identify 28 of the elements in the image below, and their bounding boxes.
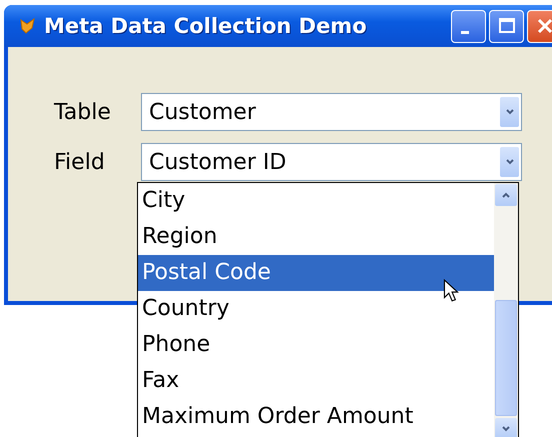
caret-icon	[504, 157, 514, 167]
list-item[interactable]: Region	[138, 219, 494, 255]
list-item[interactable]: City	[138, 183, 494, 219]
scroll-down-button[interactable]	[495, 418, 517, 437]
dropdown-arrow-button[interactable]	[500, 97, 519, 127]
list-item[interactable]: Phone	[138, 327, 494, 363]
combo-box[interactable]: Customer	[141, 93, 522, 131]
minimize-button[interactable]	[451, 10, 486, 42]
caret-icon	[501, 190, 511, 200]
scrollbar[interactable]	[494, 183, 518, 437]
list-item[interactable]: Maximum Order Amount	[138, 399, 494, 435]
caret-icon	[504, 107, 514, 117]
caret-icon	[501, 424, 511, 434]
maximize-button[interactable]	[489, 10, 524, 42]
list-item[interactable]: Postal Code	[138, 255, 494, 291]
list-item[interactable]: Fax	[138, 363, 494, 399]
field-label: Field	[54, 150, 106, 174]
dropdown-arrow-button[interactable]	[500, 147, 519, 177]
pointer-icon	[443, 279, 459, 303]
close-button[interactable]	[527, 10, 552, 42]
field-label: Table	[54, 100, 112, 124]
window-title: Meta Data Collection Demo	[44, 14, 367, 38]
scroll-up-button[interactable]	[495, 184, 517, 206]
maximize-icon	[496, 16, 516, 36]
scroll-thumb[interactable]	[495, 300, 517, 416]
combo-box[interactable]: Customer ID	[141, 143, 522, 181]
list-item[interactable]: Country	[138, 291, 494, 327]
minimize-icon	[460, 30, 468, 34]
